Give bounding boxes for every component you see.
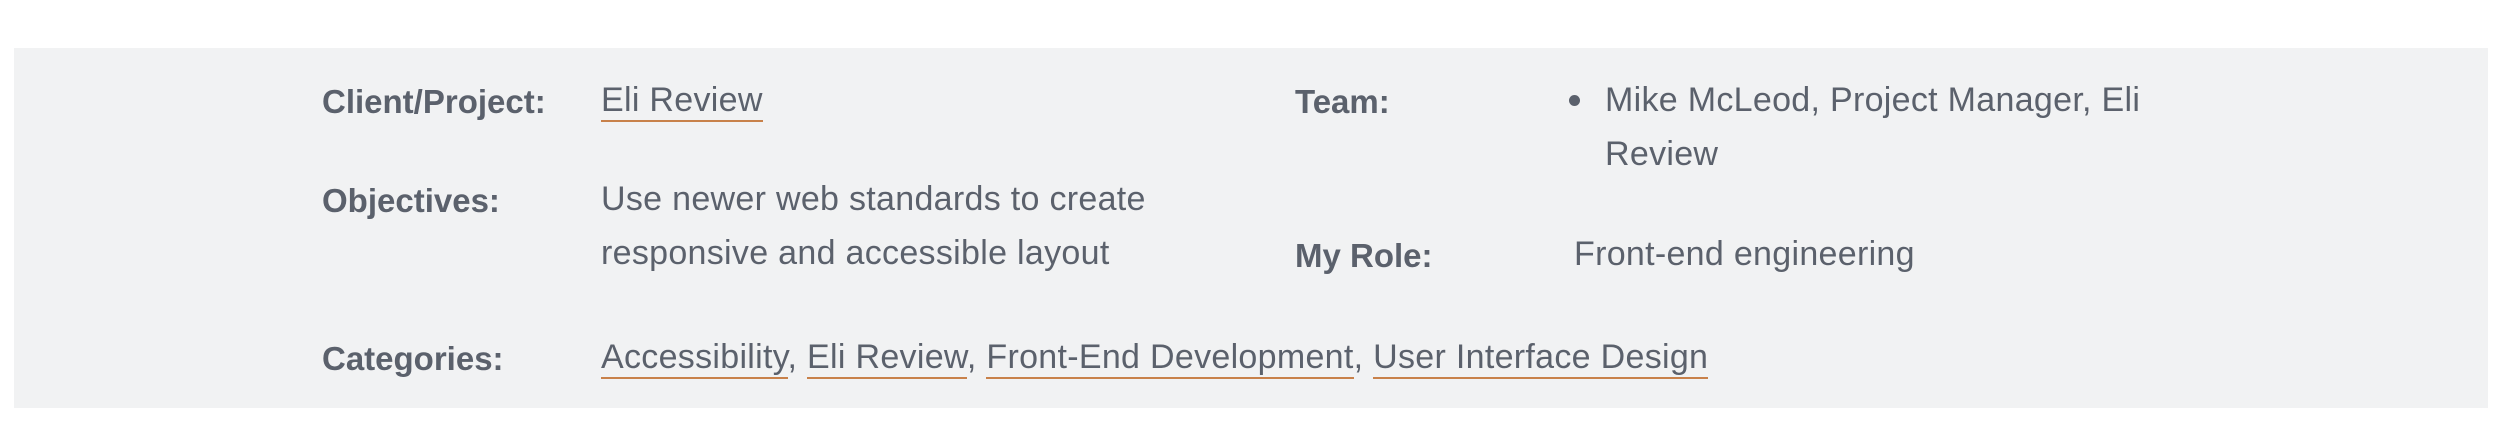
project-details-panel: Client/Project: Eli Review Objectives: U… bbox=[14, 48, 2488, 408]
team-bullet-icon bbox=[1569, 95, 1580, 106]
category-link-accessibility[interactable]: Accessibility bbox=[601, 338, 788, 379]
objectives-value: Use newer web standards to create respon… bbox=[601, 180, 1146, 272]
role-label: My Role: bbox=[1295, 237, 1433, 274]
category-separator: , bbox=[966, 338, 977, 376]
category-separator: , bbox=[1353, 338, 1364, 376]
category-link-user-interface-design[interactable]: User Interface Design bbox=[1373, 338, 1709, 379]
objectives-label: Objectives: bbox=[322, 182, 500, 219]
team-label: Team: bbox=[1295, 83, 1390, 120]
categories-list: Accessibility, Eli Review, Front-End Dev… bbox=[601, 330, 1709, 384]
role-value: Front-end engineering bbox=[1574, 235, 1915, 273]
client-project-link[interactable]: Eli Review bbox=[601, 81, 763, 122]
client-project-label: Client/Project: bbox=[322, 83, 546, 120]
category-link-eli-review[interactable]: Eli Review bbox=[807, 338, 967, 379]
client-project-value: Eli Review bbox=[601, 73, 763, 127]
category-link-front-end-development[interactable]: Front-End Development bbox=[986, 338, 1354, 379]
categories-label: Categories: bbox=[322, 340, 504, 377]
category-separator: , bbox=[787, 338, 798, 376]
team-member-item: Mike McLeod, Project Manager, Eli Review bbox=[1605, 81, 2141, 173]
